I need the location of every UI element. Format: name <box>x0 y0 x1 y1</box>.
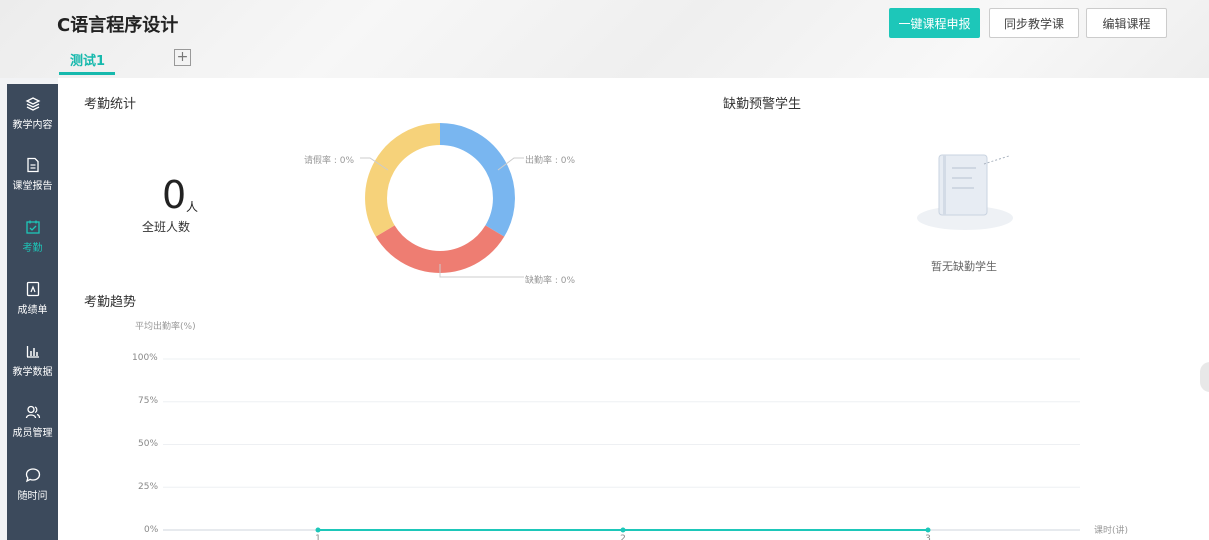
grade-sheet-icon <box>26 281 39 297</box>
attendance-trend-chart: 1 2 3 <box>163 358 1080 540</box>
sidebar-item-grade-sheet[interactable]: 成绩单 <box>7 281 58 336</box>
sidebar-item-ask-anytime[interactable]: 随时问 <box>7 467 58 522</box>
sidebar-item-label: 教学内容 <box>12 120 53 131</box>
layers-icon <box>25 97 40 111</box>
sidebar-item-teaching-data[interactable]: 教学数据 <box>7 343 58 398</box>
sidebar-item-label: 课堂报告 <box>12 181 53 192</box>
sidebar-item-member-management[interactable]: 成员管理 <box>7 404 58 459</box>
users-icon <box>25 405 40 419</box>
tab-test1[interactable]: 测试1 <box>60 50 115 74</box>
plus-square-icon[interactable]: + <box>174 49 191 66</box>
sync-course-button[interactable]: 同步教学课 <box>989 8 1079 38</box>
sidebar-item-attendance[interactable]: 考勤 <box>7 219 58 274</box>
sidebar-item-class-report[interactable]: 课堂报告 <box>7 157 58 212</box>
attendance-panel: 考勤统计 0 人 全班人数 请假率 : 0% 出勤率 : 0% 缺勤率 : 0%… <box>58 78 1209 540</box>
course-title: C语言程序设计 <box>57 15 179 36</box>
sidebar-item-label: 教学数据 <box>12 367 53 378</box>
calendar-check-icon <box>25 220 40 234</box>
bar-chart-icon <box>26 346 39 358</box>
x-tick-label: 1 <box>315 534 321 540</box>
side-drawer-handle[interactable] <box>1200 362 1209 392</box>
chat-icon <box>25 468 40 483</box>
sidebar-item-teaching-content[interactable]: 教学内容 <box>7 96 58 151</box>
course-header: C语言程序设计 测试1 + 一键课程申报 同步教学课 编辑课程 <box>0 0 1209 78</box>
sidebar-item-label: 成绩单 <box>17 305 48 316</box>
edit-course-button[interactable]: 编辑课程 <box>1086 8 1167 38</box>
sidebar-item-label: 成员管理 <box>12 428 53 439</box>
course-report-button[interactable]: 一键课程申报 <box>889 8 980 38</box>
trend-data-point[interactable] <box>315 527 321 533</box>
active-tab-indicator <box>59 72 115 75</box>
document-icon <box>26 157 39 173</box>
sidebar-item-label: 考勤 <box>22 243 43 254</box>
trend-data-point[interactable] <box>925 527 931 533</box>
trend-data-point[interactable] <box>620 527 626 533</box>
x-tick-label: 3 <box>925 534 931 540</box>
sidebar: 教学内容 课堂报告 考勤 成绩单 教学数据 成员管理 随时问 <box>7 84 58 540</box>
sidebar-item-label: 随时问 <box>17 491 48 502</box>
x-tick-label: 2 <box>620 534 626 540</box>
